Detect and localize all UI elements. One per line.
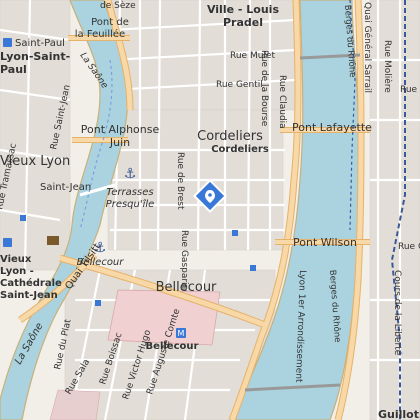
label-rue-gentil: Rue Gentil xyxy=(216,80,263,90)
svg-text:⚓: ⚓ xyxy=(124,166,137,182)
metro-station-bellecour-icon[interactable]: M xyxy=(176,328,186,338)
label-saint-jean: Saint-Jean xyxy=(40,182,91,193)
map-svg: ⚓ ⚓ M Ville - Louis Pradel Pont de la Fe… xyxy=(0,0,420,420)
label-guillotiere: Guillotière xyxy=(378,408,420,420)
label-pont-de-la-feuillee-1: Pont de xyxy=(91,17,129,28)
station-vieux-lyon-icon[interactable] xyxy=(3,238,12,247)
label-rue-claudia: Rue Claudia xyxy=(277,75,287,129)
label-terrasses-2: Presqu'île xyxy=(106,198,155,210)
label-rue-bourse: Rue de la Bourse xyxy=(259,50,269,127)
label-pont-de-la-feuillee-2: la Feuillée xyxy=(75,28,125,40)
label-cours: Cours de la Liberté xyxy=(392,270,403,356)
metro-station-saint-paul-icon[interactable] xyxy=(3,38,12,47)
label-lyon-saint-paul-2: Paul xyxy=(0,63,27,76)
label-rue-gre: Rue Gre xyxy=(398,242,420,252)
label-vieux-lyon-cath-1: Vieux xyxy=(0,254,32,265)
label-pont-alphonse-juin-2: Juin xyxy=(109,136,130,149)
label-rue-de-seze: de Sèze xyxy=(100,0,136,11)
label-rue-brest: Rue de Brest xyxy=(175,152,185,210)
label-rue-vau: Rue Vau xyxy=(400,85,420,95)
place-square-sw xyxy=(49,389,101,420)
label-cordeliers: Cordeliers xyxy=(197,129,263,144)
label-ville-louis-pradel-1: Ville - Louis xyxy=(207,3,279,16)
label-saint-paul: Saint-Paul xyxy=(15,38,65,49)
label-vieux-lyon-cath-3: Cathédrale xyxy=(0,277,62,289)
label-vieux-lyon-cath-4: Saint-Jean xyxy=(0,290,58,301)
anchor-icon[interactable]: ⚓ xyxy=(124,166,137,182)
map-canvas[interactable]: ⚓ ⚓ M Ville - Louis Pradel Pont de la Fe… xyxy=(0,0,420,420)
label-pont-alphonse-juin-1: Pont Alphonse xyxy=(81,123,160,136)
label-ville-louis-pradel-2: Pradel xyxy=(223,16,263,29)
label-rue-gasparin: Rue Gasparin xyxy=(179,230,189,290)
label-cordeliers-station: Cordeliers xyxy=(211,144,269,155)
label-terrasses-1: Terrasses xyxy=(106,187,153,198)
label-pont-wilson: Pont Wilson xyxy=(293,236,357,249)
label-lyon-saint-paul-1: Lyon-Saint- xyxy=(0,50,70,63)
svg-text:M: M xyxy=(178,329,185,338)
castle-icon[interactable] xyxy=(47,236,59,245)
label-rue-moliere: Rue Molière xyxy=(382,40,393,93)
label-vieux-lyon-cath-2: Lyon - xyxy=(0,266,34,277)
label-pont-lafayette: Pont Lafayette xyxy=(292,121,372,134)
label-quai-sarrail: Quai Général Sarrail xyxy=(362,2,373,93)
